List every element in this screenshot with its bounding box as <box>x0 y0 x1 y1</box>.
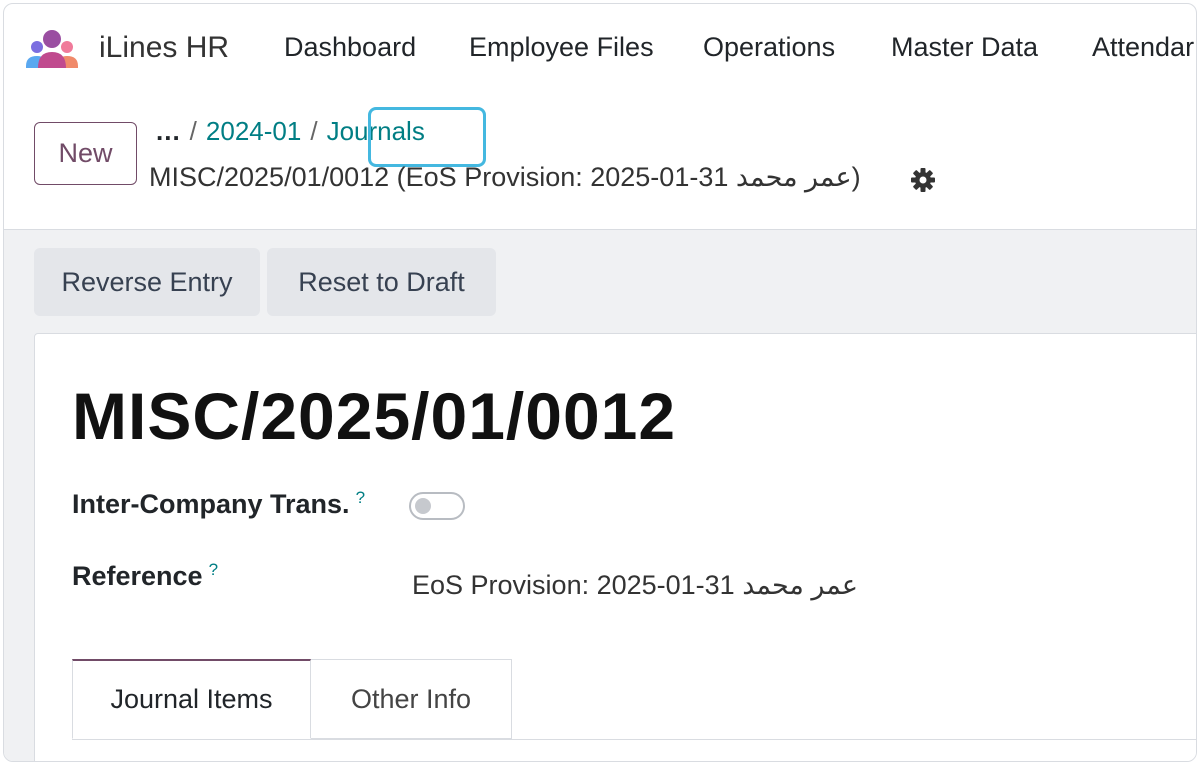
reverse-entry-button[interactable]: Reverse Entry <box>34 248 260 316</box>
reference-value[interactable]: EoS Provision: 2025-01-31 عمر محمد <box>412 570 858 601</box>
reference-label: Reference? <box>72 560 218 592</box>
breadcrumb-ellipsis[interactable]: ... <box>156 116 181 146</box>
nav-item-attendance[interactable]: Attendar <box>1092 32 1194 63</box>
nav-item-master-data[interactable]: Master Data <box>891 32 1038 63</box>
app-brand[interactable]: iLines HR <box>99 31 229 65</box>
inter-company-label-text: Inter-Company Trans. <box>72 489 350 519</box>
breadcrumb-item-period[interactable]: 2024-01 <box>206 116 301 146</box>
help-icon[interactable]: ? <box>209 560 218 579</box>
form-tabs: Journal Items Other Info <box>72 659 1196 740</box>
help-icon[interactable]: ? <box>356 488 365 507</box>
inter-company-toggle[interactable] <box>409 492 465 520</box>
breadcrumb-separator: / <box>189 116 197 146</box>
tab-other-info[interactable]: Other Info <box>311 659 512 739</box>
new-button[interactable]: New <box>34 122 137 185</box>
toggle-knob <box>415 498 431 514</box>
reference-label-text: Reference <box>72 561 203 591</box>
form-sheet: MISC/2025/01/0012 Inter-Company Trans.? … <box>34 333 1196 761</box>
control-panel: New .../2024-01/Journals MISC/2025/01/00… <box>4 94 1196 230</box>
nav-item-operations[interactable]: Operations <box>703 32 835 63</box>
breadcrumb-separator: / <box>310 116 318 146</box>
app-window: iLines HR Dashboard Employee Files Opera… <box>3 3 1197 762</box>
nav-item-dashboard[interactable]: Dashboard <box>284 32 416 63</box>
document-name: MISC/2025/01/0012 <box>72 379 677 453</box>
record-title: MISC/2025/01/0012 (EoS Provision: 2025-0… <box>149 162 861 192</box>
users-group-icon[interactable] <box>24 28 80 72</box>
reset-to-draft-button[interactable]: Reset to Draft <box>267 248 496 316</box>
focus-highlight <box>368 107 486 167</box>
nav-item-employee-files[interactable]: Employee Files <box>469 32 654 63</box>
gear-icon[interactable] <box>910 167 936 193</box>
inter-company-label: Inter-Company Trans.? <box>72 488 365 520</box>
top-navbar: iLines HR Dashboard Employee Files Opera… <box>4 4 1196 94</box>
tab-journal-items[interactable]: Journal Items <box>72 659 311 739</box>
